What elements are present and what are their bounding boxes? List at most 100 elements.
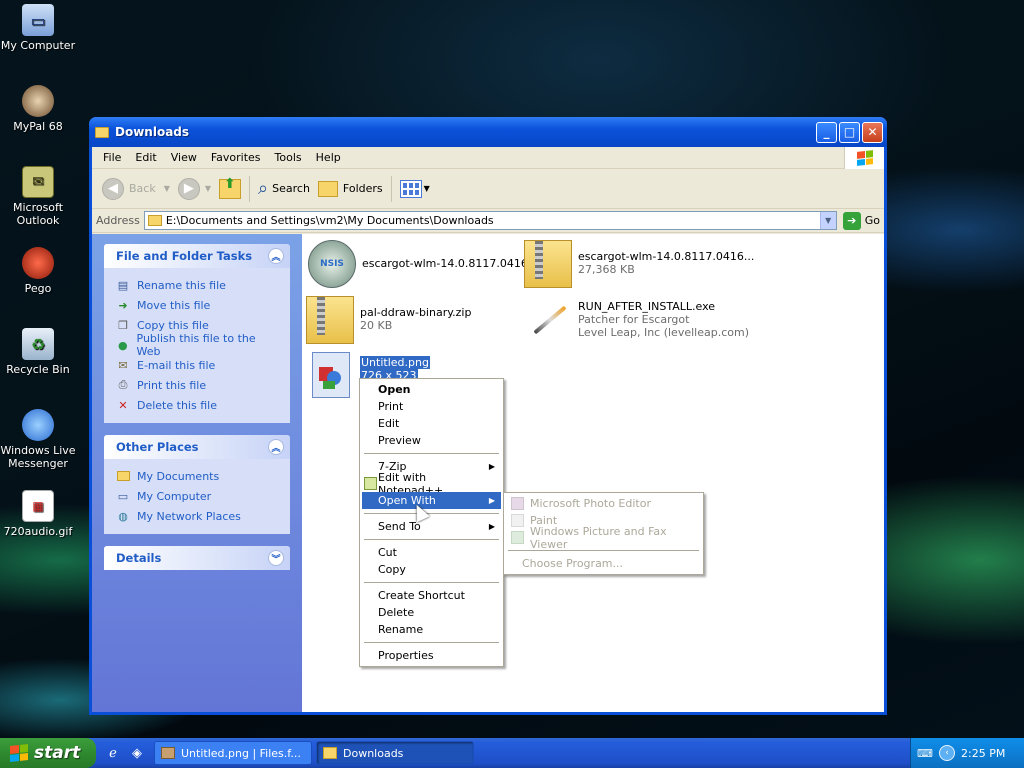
folders-button[interactable]: Folders	[314, 173, 387, 205]
desktop-icon-mypal[interactable]: MyPal 68	[0, 85, 76, 133]
back-dropdown-icon[interactable]: ▼	[164, 184, 170, 193]
toolbar-separator	[390, 175, 392, 202]
address-dropdown-icon[interactable]: ▼	[819, 212, 836, 229]
keyboard-icon[interactable]: ⌨	[917, 746, 933, 760]
menu-item-send-to[interactable]: Send To ▶	[362, 518, 501, 535]
mypal-icon	[22, 85, 54, 117]
menu-item-open[interactable]: Open	[362, 381, 501, 398]
file-name: RUN_AFTER_INSTALL.exe	[578, 300, 716, 313]
internet-explorer-icon[interactable]: ℯ	[104, 744, 122, 762]
title-bar[interactable]: Downloads _ □ ✕	[89, 117, 887, 147]
menu-item-edit[interactable]: Edit	[362, 415, 501, 432]
collapse-icon[interactable]: ︽	[268, 439, 284, 455]
nsis-installer-icon: NSIS	[308, 240, 356, 288]
file-description: Patcher for Escargot	[578, 313, 690, 326]
submenu-item-photo-editor[interactable]: Microsoft Photo Editor	[506, 495, 701, 512]
menu-view[interactable]: View	[164, 151, 204, 164]
file-item[interactable]: NSIS escargot-wlm-14.0.8117.0416...	[308, 240, 538, 288]
desktop-icon-label: Recycle Bin	[6, 363, 70, 376]
details-header[interactable]: Details ︾	[104, 546, 290, 570]
back-button[interactable]: ◀ Back ▼	[98, 173, 174, 205]
search-button[interactable]: ⌕ Search	[254, 173, 314, 205]
forward-button[interactable]: ▶ ▼	[174, 173, 215, 205]
folder-icon	[116, 469, 130, 483]
desktop-icon-outlook[interactable]: ✉ Microsoft Outlook	[0, 166, 76, 227]
show-hidden-icons-button[interactable]: ‹	[939, 745, 955, 761]
menu-label: Send To	[378, 520, 421, 533]
task-label: E-mail this file	[137, 358, 216, 372]
task-print[interactable]: ⎙ Print this file	[116, 375, 278, 395]
menu-item-preview[interactable]: Preview	[362, 432, 501, 449]
details-panel: Details ︾	[104, 546, 290, 570]
file-name: pal-ddraw-binary.zip	[360, 306, 472, 319]
place-my-computer[interactable]: ▭ My Computer	[116, 486, 278, 506]
task-publish[interactable]: ● Publish this file to the Web	[116, 332, 278, 358]
file-item[interactable]: escargot-wlm-14.0.8117.0416... 27,368 KB	[524, 240, 754, 288]
menu-favorites[interactable]: Favorites	[204, 151, 268, 164]
desktop-icon-recycle-bin[interactable]: ♻ Recycle Bin	[0, 328, 76, 376]
other-places-header[interactable]: Other Places ︽	[104, 435, 290, 459]
menu-file[interactable]: File	[96, 151, 128, 164]
menu-item-delete[interactable]: Delete	[362, 604, 501, 621]
expand-icon[interactable]: ︾	[268, 550, 284, 566]
file-folder-tasks-header[interactable]: File and Folder Tasks ︽	[104, 244, 290, 268]
paint-icon	[511, 514, 524, 527]
task-move[interactable]: ➜ Move this file	[116, 295, 278, 315]
task-label: Copy this file	[137, 318, 209, 332]
minimize-button[interactable]: _	[816, 121, 837, 143]
menu-item-create-shortcut[interactable]: Create Shortcut	[362, 587, 501, 604]
zip-folder-icon	[524, 240, 572, 288]
desktop-icon-my-computer[interactable]: ▭ My Computer	[0, 4, 76, 52]
start-label: start	[34, 743, 81, 763]
windows-logo-icon	[10, 744, 28, 762]
windows-logo-icon	[844, 147, 884, 169]
go-button[interactable]: ➔ Go	[842, 211, 880, 230]
close-button[interactable]: ✕	[862, 121, 883, 143]
menu-item-open-with[interactable]: Open With ▶	[362, 492, 501, 509]
start-button[interactable]: start	[0, 738, 96, 768]
menu-item-notepadpp[interactable]: Edit with Notepad++	[362, 471, 501, 497]
delete-icon: ✕	[118, 398, 128, 412]
system-tray: ⌨ ‹ 2:25 PM	[910, 738, 1024, 768]
task-label: Publish this file to the Web	[136, 332, 256, 358]
menu-item-rename[interactable]: Rename	[362, 621, 501, 638]
desktop-icon-label: My Computer	[0, 39, 76, 52]
menu-separator	[364, 642, 499, 643]
desktop-icon-gif[interactable]: ▦ 720audio.gif	[0, 490, 76, 538]
file-item[interactable]: pal-ddraw-binary.zip 20 KB	[306, 296, 471, 344]
clock[interactable]: 2:25 PM	[961, 747, 1005, 760]
toolbar: ◀ Back ▼ ▶ ▼ ⬆ ⌕ Search Folders ▼	[92, 169, 884, 209]
maximize-button[interactable]: □	[839, 121, 860, 143]
menu-item-properties[interactable]: Properties	[362, 647, 501, 664]
menu-item-print[interactable]: Print	[362, 398, 501, 415]
panel-title: File and Folder Tasks	[116, 249, 253, 263]
forward-dropdown-icon[interactable]: ▼	[205, 184, 211, 193]
file-name: escargot-wlm-14.0.8117.0416...	[362, 257, 539, 270]
show-desktop-icon[interactable]: ◈	[128, 744, 146, 762]
address-field[interactable]: E:\Documents and Settings\vm2\My Documen…	[143, 211, 837, 230]
submenu-item-choose-program[interactable]: Choose Program...	[506, 555, 701, 572]
submenu-item-picture-viewer[interactable]: Windows Picture and Fax Viewer	[506, 525, 701, 551]
place-my-network[interactable]: ◍ My Network Places	[116, 506, 278, 526]
task-email[interactable]: ✉ E-mail this file	[116, 355, 278, 375]
place-label: My Network Places	[137, 509, 241, 523]
menu-edit[interactable]: Edit	[128, 151, 163, 164]
menu-help[interactable]: Help	[309, 151, 348, 164]
taskbar-item-untitled[interactable]: Untitled.png | Files.f...	[154, 741, 312, 765]
menu-item-copy[interactable]: Copy	[362, 561, 501, 578]
up-folder-button[interactable]: ⬆	[215, 173, 245, 205]
task-rename[interactable]: ▤ Rename this file	[116, 275, 278, 295]
taskbar: start ℯ ◈ Untitled.png | Files.f... Down…	[0, 738, 1024, 768]
copy-icon: ❐	[118, 318, 128, 332]
taskbar-item-downloads[interactable]: Downloads	[316, 741, 474, 765]
menu-item-cut[interactable]: Cut	[362, 544, 501, 561]
file-item[interactable]: RUN_AFTER_INSTALL.exe Patcher for Escarg…	[524, 296, 749, 344]
desktop-icon-messenger[interactable]: Windows Live Messenger	[0, 409, 76, 470]
menu-tools[interactable]: Tools	[268, 151, 309, 164]
views-button[interactable]: ▼	[396, 173, 434, 205]
task-delete[interactable]: ✕ Delete this file	[116, 395, 278, 415]
place-my-documents[interactable]: My Documents	[116, 466, 278, 486]
collapse-icon[interactable]: ︽	[268, 248, 284, 264]
desktop-icon-pego[interactable]: Pego	[0, 247, 76, 295]
window-title: Downloads	[115, 125, 190, 139]
